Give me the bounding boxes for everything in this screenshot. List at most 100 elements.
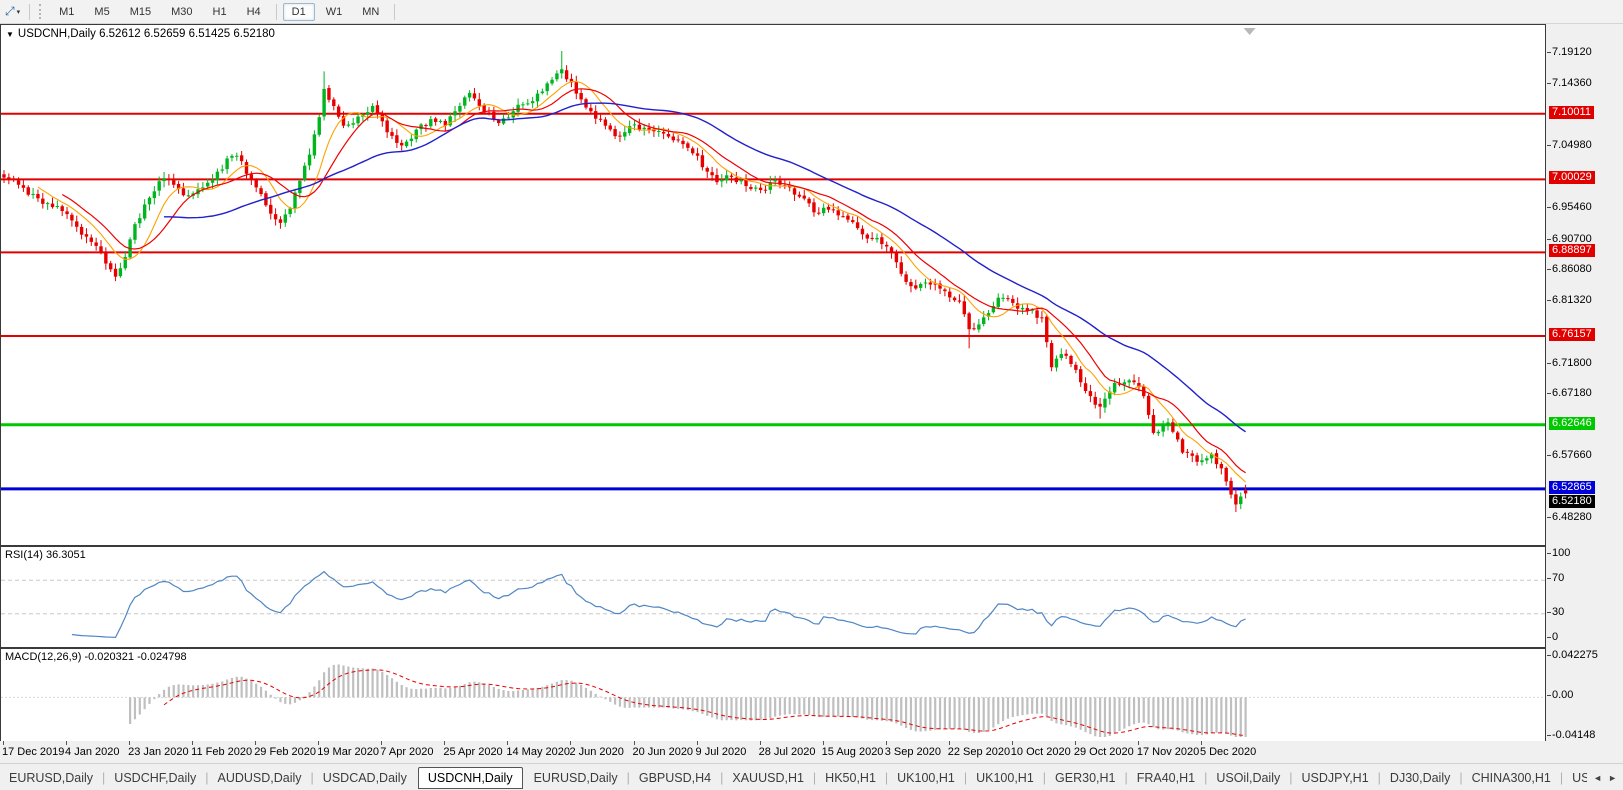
- date-label: 19 Mar 2020: [317, 746, 380, 758]
- tf-button-m15[interactable]: M15: [121, 3, 160, 21]
- date-label: 3 Sep 2020: [884, 746, 941, 758]
- toolbar-separator: [29, 3, 31, 20]
- date-tick: [381, 741, 383, 745]
- date-label: 14 May 2020: [506, 746, 570, 758]
- chart-symbol-label: USDCNH,Daily: [17, 28, 96, 40]
- chart-tab-usoil[interactable]: USOil,: [1563, 768, 1587, 788]
- macd-indicator-panel: MACD(12,26,9) -0.020321 -0.024798: [0, 648, 1546, 742]
- price-level-label: 6.52865: [1549, 480, 1595, 494]
- date-tick: [570, 741, 572, 745]
- date-label: 28 Jul 2020: [758, 746, 816, 758]
- date-tick: [255, 741, 257, 745]
- symbol-caret-icon[interactable]: ▼: [6, 30, 14, 39]
- current-price-label: 6.52180: [1549, 494, 1595, 508]
- date-tick: [3, 741, 4, 745]
- chart-tab-xauusdh1[interactable]: XAUUSD,H1: [723, 768, 813, 788]
- candlestick-chart: [1, 28, 1545, 513]
- chart-tabs: EURUSD,Daily | USDCHF,Daily | AUDUSD,Daily | U…: [0, 766, 1587, 789]
- toolbar-separator: [275, 3, 277, 20]
- date-label: 17 Nov 2020: [1136, 746, 1200, 758]
- rsi-chart: [1, 570, 1545, 639]
- price-tick-label: 6.90700: [1547, 232, 1592, 245]
- price-tick-label: 6.67180: [1547, 386, 1592, 399]
- chart-tab-china300h1[interactable]: CHINA300,H1: [1463, 768, 1560, 788]
- rsi-label: RSI(14) 36.3051: [5, 549, 86, 561]
- date-tick: [1137, 741, 1139, 745]
- chart-tab-dj30daily[interactable]: DJ30,Daily: [1381, 768, 1459, 788]
- timeframe-toolbar: ⤢ ▾ M1 M5 M15 M30 H1 H4 D1 W1 MN: [0, 0, 1623, 24]
- chart-tab-uk100h1[interactable]: UK100,H1: [888, 768, 964, 788]
- chart-cursor-icon[interactable]: ⤢: [5, 4, 15, 19]
- date-label: 22 Sep 2020: [947, 746, 1011, 758]
- mt4-window: ⤢ ▾ M1 M5 M15 M30 H1 H4 D1 W1 MN ▼ USDCNH,Daily 6…: [0, 0, 1623, 790]
- chart-tab-usdjpyh1[interactable]: USDJPY,H1: [1293, 768, 1378, 788]
- rsi-tick-label: 0: [1546, 631, 1559, 643]
- tf-button-mn[interactable]: MN: [353, 3, 388, 21]
- date-label: 29 Feb 2020: [254, 746, 316, 758]
- tabbar-scroll-left-icon[interactable]: ◄: [1593, 773, 1602, 783]
- toolbar-grip-handle[interactable]: [39, 4, 45, 19]
- price-level-label: 6.88897: [1549, 244, 1595, 258]
- date-tick: [1011, 741, 1013, 745]
- tf-button-h1[interactable]: H1: [204, 3, 236, 21]
- chart-tab-gbpusdh4[interactable]: GBPUSD,H4: [630, 768, 720, 788]
- date-label: 4 Jan 2020: [65, 746, 120, 758]
- price-tick-label: 6.81320: [1547, 294, 1592, 307]
- price-axis[interactable]: 7.19120 7.14360 7.04980 6.95460 6.90700 6.860…: [1546, 0, 1623, 762]
- toolbar-separator: [394, 3, 396, 20]
- macd-tick-label: -0.04148: [1546, 729, 1596, 741]
- chart-tabbar: EURUSD,Daily | USDCHF,Daily | AUDUSD,Daily | U…: [0, 763, 1623, 790]
- macd-label: MACD(12,26,9) -0.020321 -0.024798: [5, 651, 187, 663]
- chart-tab-ger30h1[interactable]: GER30,H1: [1046, 768, 1124, 788]
- date-tick: [444, 741, 446, 745]
- chart-ohlc-values: 6.52612 6.52659 6.51425 6.52180: [95, 28, 275, 40]
- date-label: 20 Jun 2020: [632, 746, 694, 758]
- price-tick-label: 6.86080: [1547, 262, 1592, 275]
- price-tick-label: 7.14360: [1547, 77, 1592, 90]
- date-label: 17 Dec 2019: [2, 746, 65, 758]
- chart-tab-usoildaily[interactable]: USOil,Daily: [1207, 768, 1289, 788]
- date-tick: [66, 741, 68, 745]
- date-tick: [948, 741, 950, 745]
- chart-tab-uk100h1[interactable]: UK100,H1: [967, 768, 1043, 788]
- chart-tab-eurusddaily[interactable]: EURUSD,Daily: [525, 768, 627, 788]
- date-tick: [192, 741, 194, 745]
- tf-button-m5[interactable]: M5: [85, 3, 118, 21]
- tf-button-d1[interactable]: D1: [282, 2, 315, 21]
- rsi-tick-label: 30: [1546, 605, 1565, 618]
- chart-tab-hk50h1[interactable]: HK50,H1: [816, 768, 885, 788]
- date-label: 15 Aug 2020: [821, 746, 884, 758]
- chart-tab-usdcaddaily[interactable]: USDCAD,Daily: [314, 768, 416, 788]
- chart-tab-eurusddaily[interactable]: EURUSD,Daily: [0, 768, 102, 788]
- chart-tab-usdcnhdaily[interactable]: USDCNH,Daily: [417, 766, 523, 789]
- date-tick: [1200, 741, 1202, 745]
- date-tick: [633, 741, 635, 745]
- price-tick-label: 6.71800: [1547, 356, 1592, 369]
- macd-chart: [1, 664, 1545, 737]
- date-tick: [696, 741, 698, 745]
- date-axis: 17 Dec 2019 4 Jan 2020 23 Jan 2020 11 Feb 2…: [0, 741, 1546, 761]
- tf-button-m30[interactable]: M30: [162, 3, 201, 21]
- rsi-tick-label: 100: [1546, 547, 1571, 559]
- tf-button-m1[interactable]: M1: [50, 3, 83, 21]
- date-tick: [885, 741, 887, 745]
- date-label: 7 Apr 2020: [380, 746, 434, 758]
- price-tick-label: 6.95460: [1547, 201, 1592, 214]
- date-label: 29 Oct 2020: [1073, 746, 1134, 758]
- date-label: 23 Jan 2020: [128, 746, 189, 758]
- tabbar-scroll-right-icon[interactable]: ►: [1608, 773, 1617, 783]
- price-level-label: 6.76157: [1549, 328, 1595, 342]
- tool-dropdown-caret-icon[interactable]: ▾: [17, 8, 21, 16]
- tf-button-w1[interactable]: W1: [317, 3, 352, 21]
- macd-tick-label: 0.00: [1546, 689, 1574, 702]
- chart-tab-audusddaily[interactable]: AUDUSD,Daily: [209, 768, 311, 788]
- price-level-label: 7.00029: [1549, 171, 1595, 185]
- timeframe-buttons: M1 M5 M15 M30 H1 H4 D1 W1 MN: [49, 2, 400, 21]
- chart-tab-fra40h1[interactable]: FRA40,H1: [1128, 768, 1204, 788]
- chart-tab-usdchfdaily[interactable]: USDCHF,Daily: [105, 768, 205, 788]
- price-tick-label: 6.57660: [1547, 449, 1592, 462]
- tf-button-h4[interactable]: H4: [238, 3, 270, 21]
- price-tick-label: 7.04980: [1547, 138, 1592, 151]
- price-level-label: 7.10011: [1549, 105, 1594, 119]
- rsi-indicator-panel: RSI(14) 36.3051: [0, 546, 1546, 648]
